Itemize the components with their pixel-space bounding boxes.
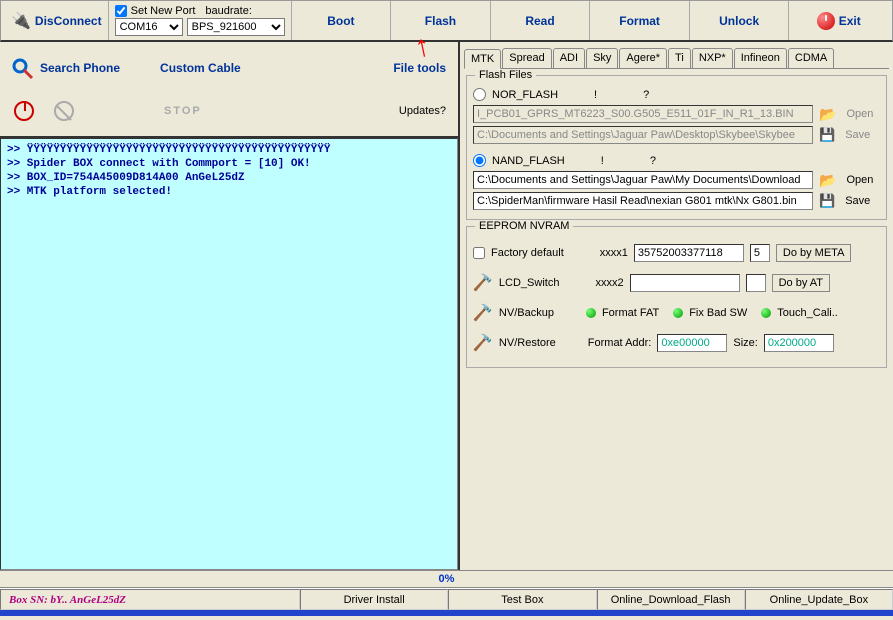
disconnect-label: DisConnect (35, 14, 102, 28)
nand-flash-label: NAND_FLASH (492, 155, 565, 167)
nor-flash-label: NOR_FLASH (492, 89, 558, 101)
xxxx2-label: xxxx2 (595, 277, 623, 289)
nor-path2-input (473, 126, 813, 144)
folder-icon[interactable]: 📂 (819, 172, 836, 189)
tab-cdma[interactable]: CDMA (788, 48, 834, 68)
online-download-button[interactable]: Online_Download_Flash (597, 589, 745, 610)
hammer-icon: 🔨 (473, 273, 493, 293)
fix-bad-sw-button[interactable]: Fix Bad SW (689, 307, 747, 319)
tab-sky[interactable]: Sky (586, 48, 618, 68)
nand-save-button[interactable]: Save (841, 194, 874, 208)
touch-cali-button[interactable]: Touch_Cali.. (777, 307, 838, 319)
nand-open-button[interactable]: Open (842, 173, 877, 187)
tab-ti[interactable]: Ti (668, 48, 691, 68)
eeprom-group: EEPROM NVRAM Factory default xxxx1 Do by… (466, 226, 887, 368)
flash-files-group: Flash Files NOR_FLASH ! ? 📂 Open 💾 Save … (466, 75, 887, 220)
search-icon (10, 56, 34, 80)
tab-adi[interactable]: ADI (553, 48, 585, 68)
nor-flash-radio[interactable] (473, 88, 486, 101)
power-small-icon[interactable] (14, 101, 34, 121)
no-icon[interactable] (54, 101, 74, 121)
tab-mtk[interactable]: MTK (464, 49, 501, 69)
format-fat-button[interactable]: Format FAT (602, 307, 659, 319)
baudrate-label: baudrate: (205, 5, 251, 17)
nand-flash-radio[interactable] (473, 154, 486, 167)
xxxx1-input[interactable] (634, 244, 744, 262)
xxxx2-extra-input[interactable] (746, 274, 766, 292)
format-button[interactable]: Format (590, 1, 690, 40)
flash-files-title: Flash Files (475, 69, 536, 81)
driver-install-button[interactable]: Driver Install (300, 589, 448, 610)
set-port-label: Set New Port (131, 5, 196, 17)
stop-button[interactable]: STOP (164, 105, 202, 117)
flash-button[interactable]: Flash (391, 1, 491, 40)
format-addr-label: Format Addr: (588, 337, 652, 349)
log-area: >> ŸŸŸŸŸŸŸŸŸŸŸŸŸŸŸŸŸŸŸŸŸŸŸŸŸŸŸŸŸŸŸŸŸŸŸŸŸ… (0, 138, 458, 570)
xxxx1-extra-input[interactable] (750, 244, 770, 262)
com-select[interactable]: COM16 (115, 18, 183, 36)
xxxx2-input[interactable] (630, 274, 740, 292)
test-box-button[interactable]: Test Box (448, 589, 596, 610)
tab-agere[interactable]: Agere* (619, 48, 667, 68)
hammer-icon: 🔨 (473, 333, 493, 353)
nor-save-button: Save (841, 128, 874, 142)
file-tools-button[interactable]: File tools (393, 61, 446, 75)
updates-link[interactable]: Updates? (399, 105, 446, 117)
port-group: Set New Port baudrate: COM16 BPS_921600 (109, 1, 292, 40)
baud-select[interactable]: BPS_921600 (187, 18, 285, 36)
progress-bar: 0% (0, 570, 893, 588)
disconnect-button[interactable]: 🔌 DisConnect (5, 1, 109, 40)
box-sn-status: Box SN: bY.. AnGeL25dZ (0, 589, 300, 610)
exit-button[interactable]: Exit (789, 1, 888, 40)
factory-default-checkbox[interactable] (473, 247, 485, 259)
save-icon: 💾 (819, 127, 835, 143)
size-input[interactable] (764, 334, 834, 352)
led-icon (586, 308, 596, 318)
save-icon[interactable]: 💾 (819, 193, 835, 209)
tab-spread[interactable]: Spread (502, 48, 551, 68)
do-by-meta-button[interactable]: Do by META (776, 244, 852, 262)
xxxx1-label: xxxx1 (600, 247, 628, 259)
power-icon (817, 12, 835, 30)
progress-value: 0% (439, 573, 455, 585)
nor-open-button: Open (842, 107, 877, 121)
factory-default-label: Factory default (491, 247, 564, 259)
custom-cable-button[interactable]: Custom Cable (160, 61, 241, 75)
boot-button[interactable]: Boot (292, 1, 392, 40)
nand-path2-input[interactable] (473, 192, 813, 210)
online-update-button[interactable]: Online_Update_Box (745, 589, 893, 610)
eeprom-title: EEPROM NVRAM (475, 220, 573, 232)
unlock-button[interactable]: Unlock (690, 1, 790, 40)
tab-nxp[interactable]: NXP* (692, 48, 733, 68)
nv-restore-button[interactable]: NV/Restore (499, 337, 556, 349)
lcd-switch-button[interactable]: LCD_Switch (499, 277, 560, 289)
led-icon (673, 308, 683, 318)
search-phone-button[interactable]: Search Phone (10, 56, 120, 80)
format-addr-input[interactable] (657, 334, 727, 352)
platform-tabs: MTK Spread ADI Sky Agere* Ti NXP* Infine… (464, 48, 889, 69)
read-button[interactable]: Read (491, 1, 591, 40)
nor-path1-input (473, 105, 813, 123)
size-label: Size: (733, 337, 757, 349)
do-by-at-button[interactable]: Do by AT (772, 274, 830, 292)
plug-icon: 🔌 (11, 11, 31, 31)
nv-backup-button[interactable]: NV/Backup (499, 307, 554, 319)
set-port-checkbox[interactable] (115, 5, 127, 17)
folder-icon: 📂 (819, 106, 836, 123)
tab-infineon[interactable]: Infineon (734, 48, 787, 68)
hammer-icon: 🔨 (473, 303, 493, 323)
nand-path1-input[interactable] (473, 171, 813, 189)
led-icon (761, 308, 771, 318)
